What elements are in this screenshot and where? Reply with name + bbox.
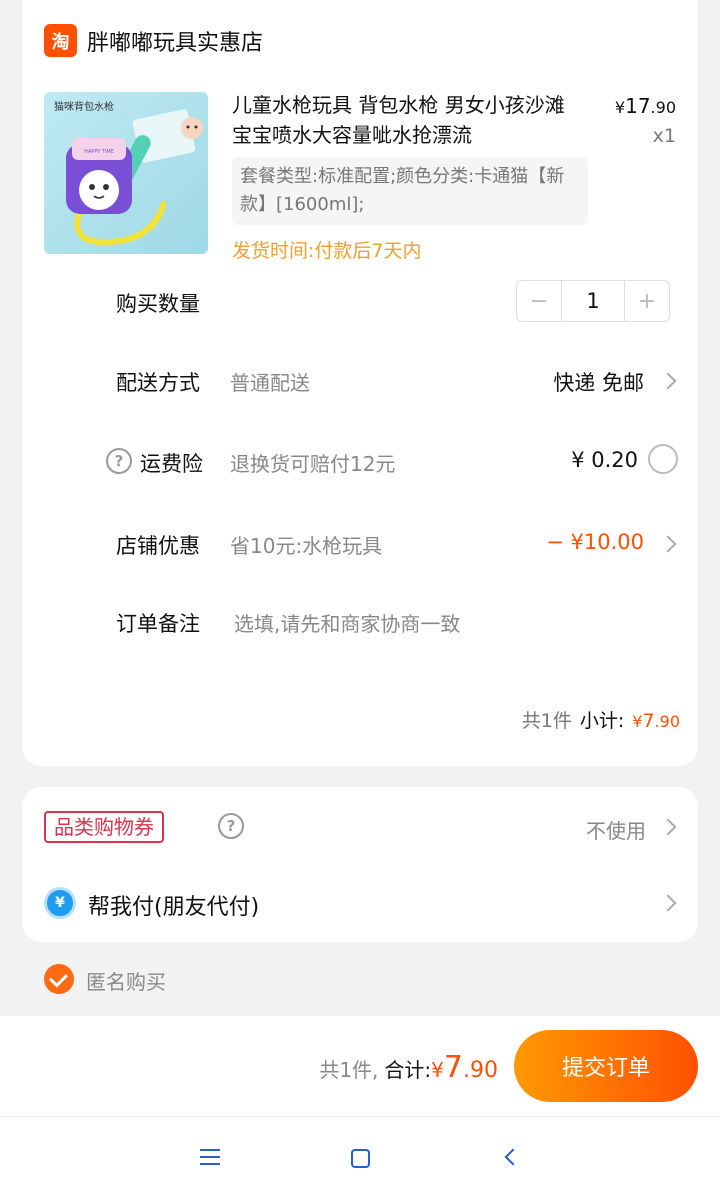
quantity-value[interactable]: 1	[561, 281, 625, 321]
delivery-value: 快递 免邮	[553, 371, 644, 395]
delivery-method: 普通配送	[230, 371, 310, 395]
increase-button[interactable]: +	[625, 281, 669, 321]
shipping-insurance-price: ¥ 0.20	[571, 448, 638, 472]
shipping-insurance-row: ? 运费险 退换货可赔付12元 ¥ 0.20	[22, 442, 698, 482]
order-card: 淘 胖嘟嘟玩具实惠店 猫咪背包水枪 HAPPY TIME 儿童水枪玩具 背包水枪…	[22, 0, 698, 766]
store-header[interactable]: 淘 胖嘟嘟玩具实惠店	[44, 24, 263, 57]
total-summary: 共1件, 合计:¥7.90	[319, 1050, 498, 1085]
total-amount: ¥7.90	[431, 1050, 498, 1085]
subtotal-count: 共1件	[521, 710, 572, 732]
chevron-right-icon[interactable]	[659, 818, 677, 836]
sku-selector[interactable]: 套餐类型:标准配置;颜色分类:卡通猫【新款】[1600ml];	[232, 157, 588, 225]
friend-pay-icon: ¥	[44, 887, 76, 919]
shipping-insurance-label: 运费险	[140, 452, 203, 476]
friend-pay-label[interactable]: 帮我付(朋友代付)	[88, 889, 259, 921]
category-coupon-tag[interactable]: 品类购物券	[44, 811, 164, 843]
checkout-bar: 共1件, 合计:¥7.90 提交订单	[0, 1016, 720, 1116]
anonymous-checkbox[interactable]	[44, 964, 74, 994]
total-count: 共1件,	[319, 1058, 379, 1082]
submit-order-button[interactable]: 提交订单	[514, 1030, 698, 1102]
taobao-logo-icon: 淘	[44, 24, 77, 57]
store-discount-row[interactable]: 店铺优惠 省10元:水枪玩具 − ¥10.00	[22, 524, 698, 564]
delivery-label: 配送方式	[116, 371, 200, 395]
subtotal: 共1件 小计: ¥7.90	[522, 706, 680, 733]
ship-time: 发货时间:付款后7天内	[232, 240, 422, 262]
coupon-card: 品类购物券 ? 不使用 ¥ 帮我付(朋友代付)	[22, 787, 698, 942]
chevron-right-icon	[659, 372, 677, 390]
order-note-input[interactable]: 选填,请先和商家协商一致	[234, 608, 460, 637]
menu-icon[interactable]	[200, 1149, 220, 1165]
product-quantity: x1	[652, 125, 676, 147]
store-discount-desc: 省10元:水枪玩具	[230, 534, 383, 558]
delivery-row[interactable]: 配送方式 普通配送 快递 免邮	[22, 361, 698, 401]
order-note-row: 订单备注 选填,请先和商家协商一致	[22, 602, 698, 642]
product-image[interactable]: 猫咪背包水枪 HAPPY TIME	[44, 92, 208, 254]
water-gun-backpack-illustration: HAPPY TIME	[66, 109, 203, 246]
store-discount-label: 店铺优惠	[116, 534, 200, 558]
subtotal-label: 小计:	[579, 710, 625, 732]
anonymous-label[interactable]: 匿名购买	[86, 966, 166, 995]
product-image-badge: HAPPY TIME	[84, 149, 114, 155]
product-title[interactable]: 儿童水枪玩具 背包水枪 男女小孩沙滩宝宝喷水大容量呲水抢漂流	[232, 90, 582, 150]
order-note-label: 订单备注	[116, 612, 200, 636]
back-icon[interactable]	[504, 1148, 522, 1166]
store-discount-value: − ¥10.00	[546, 530, 644, 554]
quantity-label: 购买数量	[116, 292, 200, 316]
home-icon[interactable]	[351, 1149, 370, 1168]
shipping-insurance-desc: 退换货可赔付12元	[230, 452, 396, 476]
chevron-right-icon	[659, 535, 677, 553]
coupon-help-icon[interactable]: ?	[218, 813, 244, 839]
coupon-status[interactable]: 不使用	[586, 815, 646, 844]
store-name[interactable]: 胖嘟嘟玩具实惠店	[87, 25, 263, 57]
product-price: ¥17.90	[614, 94, 676, 118]
decrease-button[interactable]: −	[517, 281, 561, 321]
system-nav-bar	[0, 1116, 720, 1202]
help-icon[interactable]: ?	[106, 448, 132, 474]
total-label: 合计:	[384, 1058, 432, 1082]
chevron-right-icon[interactable]	[659, 894, 677, 912]
shipping-insurance-radio[interactable]	[648, 444, 678, 474]
quantity-stepper: − 1 +	[516, 280, 670, 322]
subtotal-amount: ¥7.90	[632, 710, 680, 732]
